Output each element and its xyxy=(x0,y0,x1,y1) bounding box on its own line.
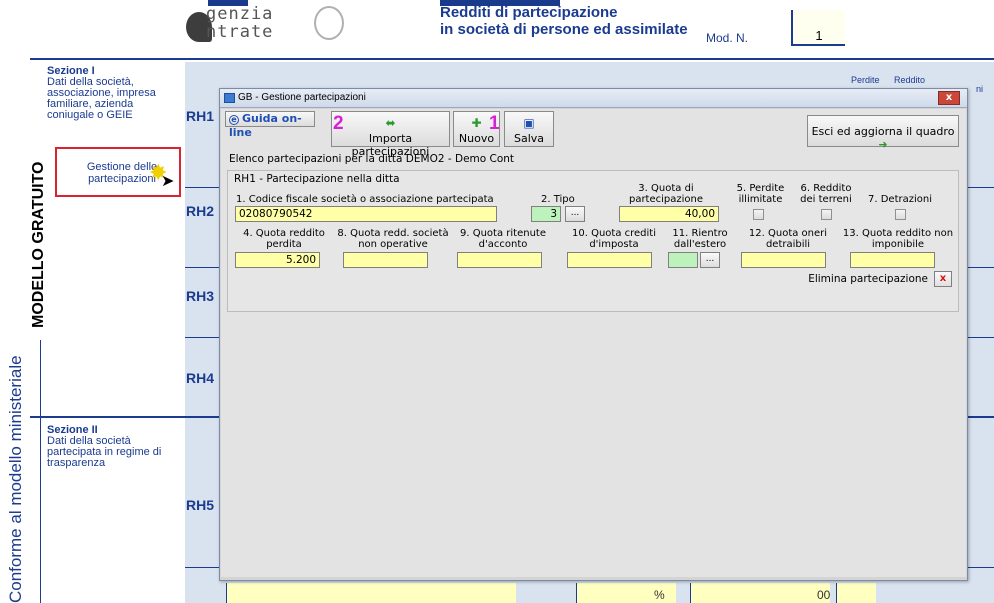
app-window-icon xyxy=(224,93,235,103)
agenzia-entrate-logo: genzia ntrate xyxy=(186,0,346,46)
quota-reddito-perdita-field[interactable]: 5.200 xyxy=(235,252,320,268)
exit-arrow-icon: ➜ xyxy=(878,138,888,151)
tipo-field[interactable]: 3 xyxy=(531,206,561,222)
gestione-partecipazioni-dialog: GB - Gestione partecipazioni x e Guida on… xyxy=(219,88,968,581)
dialog-close-button[interactable]: x xyxy=(938,91,960,105)
guida-online-button[interactable]: e Guida on-line xyxy=(225,111,315,139)
row-label-rh5: RH5 xyxy=(186,497,215,513)
label-quota-non-operative: 8. Quota redd. società non operative xyxy=(337,228,449,250)
bottom-symbol: 00 xyxy=(817,588,831,602)
header-perdite: Perdite xyxy=(851,75,880,85)
save-icon: ▣ xyxy=(523,116,535,130)
label-quota-oneri: 12. Quota oneri detraibili xyxy=(748,228,828,250)
row-label-rh4: RH4 xyxy=(186,370,215,386)
label-quota-partecipazione: 3. Quota di partecipazione xyxy=(628,183,704,205)
label-quota-non-imponibile: 13. Quota reddito non imponibile xyxy=(842,228,954,250)
republic-emblem-icon xyxy=(314,6,344,40)
quota-non-operative-field[interactable] xyxy=(343,252,428,268)
tipo-lookup-button[interactable]: ... xyxy=(565,206,585,222)
sezione1-desc: Dati della società, associazione, impres… xyxy=(47,76,156,121)
esci-aggiorna-button[interactable]: Esci ed aggiorna il quadro ➜ xyxy=(807,115,959,151)
form-title-line1: Redditi di partecipazione xyxy=(440,4,618,21)
label-tipo: 2. Tipo xyxy=(541,194,575,205)
elenco-partecipazioni-label: Elenco partecipazioni per la ditta DEMO2… xyxy=(229,153,515,165)
vertical-conforme: Conforme al modello ministeriale xyxy=(6,355,25,603)
vertical-modello-gratuito: MODELLO GRATUITO xyxy=(30,161,47,328)
help-icon: e xyxy=(229,115,239,125)
section-divider xyxy=(30,58,994,60)
form-title: Redditi di partecipazione in società di … xyxy=(440,4,688,38)
bottom-field[interactable] xyxy=(836,583,876,603)
label-reddito-terreni: 6. Reddito dei terreni xyxy=(800,183,852,205)
sezione2-block: Sezione II Dati della società partecipat… xyxy=(47,425,177,469)
perdite-illimitate-checkbox[interactable] xyxy=(753,209,764,220)
guida-online-label: Guida on-line xyxy=(229,112,302,139)
label-quota-reddito-perdita: 4. Quota reddito perdita xyxy=(243,228,325,250)
bottom-field[interactable] xyxy=(690,583,830,603)
partecipazione-panel: RH1 - Partecipazione nella ditta 1. Codi… xyxy=(227,170,959,312)
esci-label: Esci ed aggiorna il quadro xyxy=(811,125,955,138)
quota-non-imponibile-field[interactable] xyxy=(850,252,935,268)
dialog-title: GB - Gestione partecipazioni xyxy=(238,92,366,103)
rientro-estero-field[interactable] xyxy=(668,252,698,268)
percent-sign: % xyxy=(654,588,665,602)
label-detrazioni: 7. Detrazioni xyxy=(868,194,932,205)
quota-crediti-field[interactable] xyxy=(567,252,652,268)
row-label-rh3: RH3 xyxy=(186,288,215,304)
row-label-rh2: RH2 xyxy=(186,203,215,219)
label-rientro-estero: 11. Rientro dall'estero xyxy=(672,228,728,250)
label-quota-crediti: 10. Quota crediti d'imposta xyxy=(571,228,656,250)
row-label-rh1: RH1 xyxy=(186,108,215,124)
elimina-partecipazione-button[interactable]: x xyxy=(934,271,952,287)
step-marker-1: 1 xyxy=(489,113,500,134)
logo-line2: ntrate xyxy=(206,22,274,42)
import-icon: ⬌ xyxy=(385,116,396,130)
label-perdite-illimitate: 5. Perdite illimitate xyxy=(736,183,785,205)
sezione2-desc: Dati della società partecipata in regime… xyxy=(47,435,162,469)
form-title-line2: in società di persone ed assimilate xyxy=(440,21,688,38)
logo-line1: genzia xyxy=(206,4,274,24)
header-reddito: Reddito xyxy=(894,75,926,85)
salva-label: Salva xyxy=(513,132,545,145)
label-quota-ritenute: 9. Quota ritenute d'acconto xyxy=(460,228,546,250)
importa-partecipazioni-button[interactable]: ⬌ Importa partecipazioni xyxy=(331,111,450,158)
quota-partecipazione-field[interactable]: 40,00 xyxy=(619,206,719,222)
bottom-field[interactable] xyxy=(226,583,516,603)
mod-number-field[interactable]: 1 xyxy=(791,10,845,46)
new-record-icon: ✚ xyxy=(471,116,482,130)
panel-header: RH1 - Partecipazione nella ditta xyxy=(234,173,400,185)
label-codice-fiscale: 1. Codice fiscale società o associazione… xyxy=(236,194,494,205)
gestione-partecipazioni-button[interactable]: Gestione delle partecipazioni ✸ ➤ xyxy=(55,147,181,197)
quota-ritenute-field[interactable] xyxy=(457,252,542,268)
mouse-cursor-icon: ➤ xyxy=(161,171,175,190)
dialog-titlebar[interactable]: GB - Gestione partecipazioni x xyxy=(220,89,967,108)
mod-number-label: Mod. N. xyxy=(706,31,749,45)
rientro-estero-lookup-button[interactable]: ... xyxy=(700,252,720,268)
salva-button[interactable]: ▣ Salva xyxy=(504,111,554,147)
detrazioni-checkbox[interactable] xyxy=(895,209,906,220)
header-ni: ni xyxy=(976,84,984,94)
codice-fiscale-field[interactable]: 02080790542 xyxy=(235,206,497,222)
quota-oneri-field[interactable] xyxy=(741,252,826,268)
step-marker-2: 2 xyxy=(333,113,344,134)
elimina-partecipazione-label: Elimina partecipazione xyxy=(808,273,928,285)
reddito-terreni-checkbox[interactable] xyxy=(821,209,832,220)
vertical-rule xyxy=(40,340,41,603)
dialog-body: e Guida on-line ⬌ Importa partecipazioni … xyxy=(221,109,966,577)
sezione1-block: Sezione I Dati della società, associazio… xyxy=(47,66,177,121)
